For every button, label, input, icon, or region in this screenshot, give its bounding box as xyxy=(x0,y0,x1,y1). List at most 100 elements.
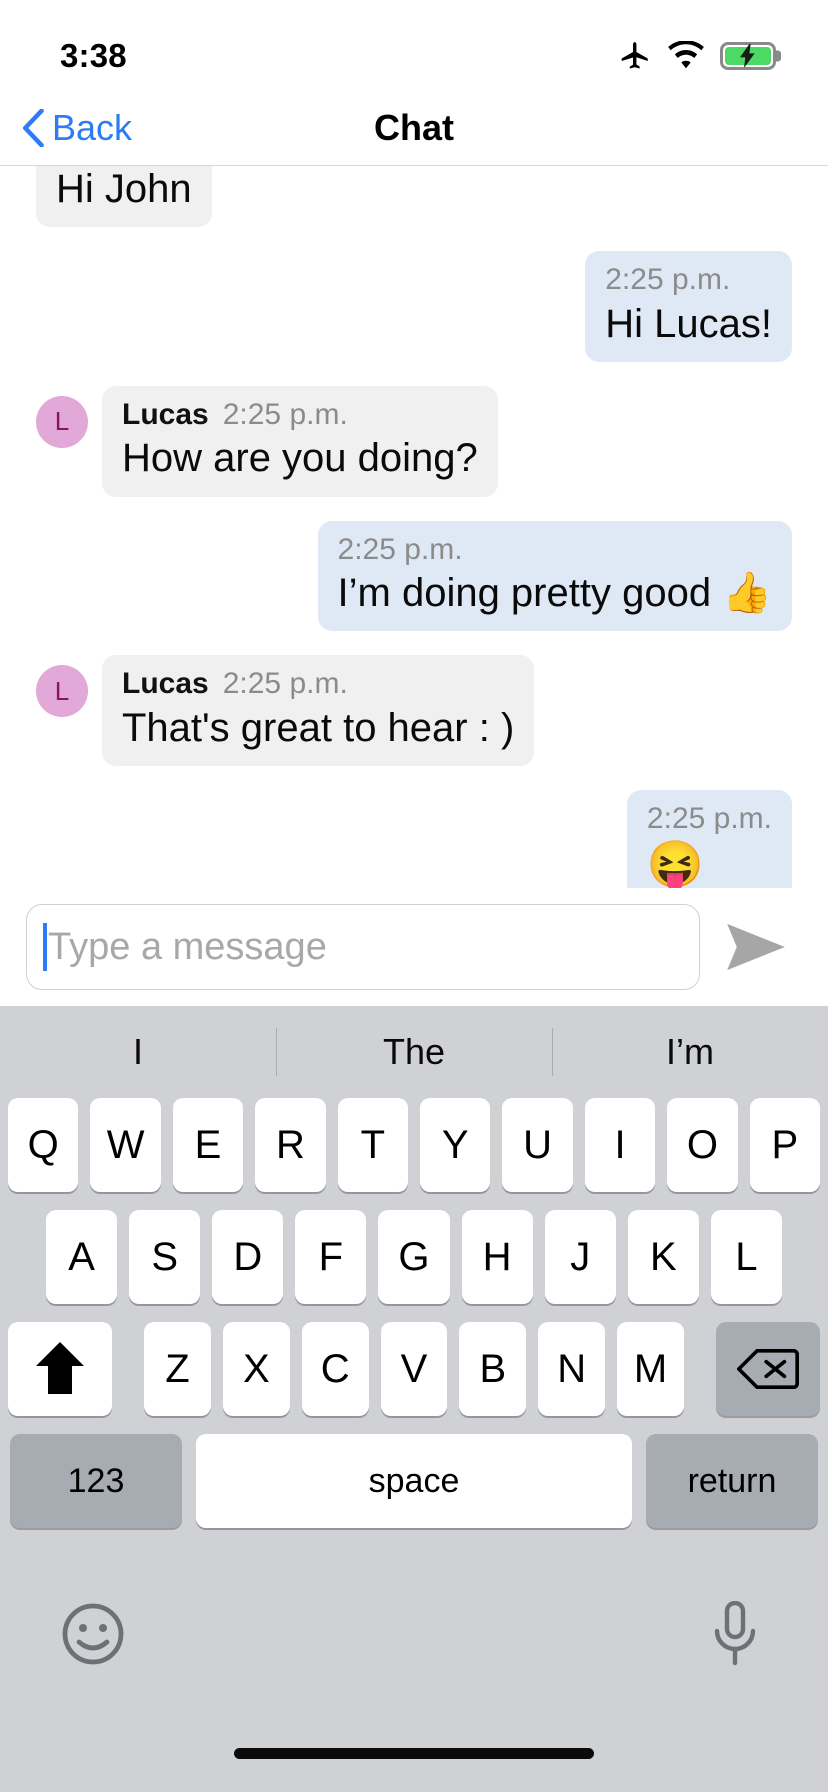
send-button[interactable] xyxy=(708,904,804,990)
space-key[interactable]: space xyxy=(196,1434,632,1528)
numbers-key[interactable]: 123 xyxy=(10,1434,182,1528)
message-meta: Lucas 2:25 p.m. xyxy=(122,396,478,434)
key-t[interactable]: T xyxy=(337,1098,408,1192)
key-x[interactable]: X xyxy=(222,1322,290,1416)
keyboard-row-4: 123 space return xyxy=(0,1434,828,1528)
key-l[interactable]: L xyxy=(710,1210,782,1304)
message-input-field[interactable]: Type a message xyxy=(26,904,700,990)
keyboard-row-1: Q W E R T Y U I O P xyxy=(0,1098,828,1192)
keyboard-row-3: Z X C V B N M xyxy=(0,1322,828,1416)
charging-bolt-icon xyxy=(740,44,755,68)
message-bubble-outgoing[interactable]: 2:25 p.m. 😝 xyxy=(626,789,792,888)
status-bar: 3:38 xyxy=(0,0,828,90)
message-timestamp: 2:25 p.m. xyxy=(605,263,731,297)
message-timestamp: 2:25 p.m. xyxy=(337,532,463,566)
message-text: How are you doing? xyxy=(122,436,478,481)
message-timestamp: 2:25 p.m. xyxy=(222,667,348,701)
message-timestamp: 2:25 p.m. xyxy=(222,397,348,431)
key-r[interactable]: R xyxy=(255,1098,326,1192)
navigation-bar: Back Chat xyxy=(0,90,828,166)
avatar[interactable]: L xyxy=(36,665,88,718)
message-composer: Type a message xyxy=(0,888,828,1006)
return-key[interactable]: return xyxy=(646,1434,818,1528)
message-bubble-outgoing[interactable]: 2:25 p.m. Hi Lucas! xyxy=(585,251,792,362)
message-text: Hi John xyxy=(56,167,192,211)
message-row: 2:25 p.m. I’m doing pretty good 👍 xyxy=(36,520,792,632)
key-e[interactable]: E xyxy=(172,1098,244,1192)
emoji-face-icon xyxy=(62,1603,124,1665)
key-j[interactable]: J xyxy=(544,1210,616,1304)
message-text: 😝 xyxy=(646,838,705,888)
backspace-key[interactable] xyxy=(716,1322,821,1416)
message-row: L Lucas 2:25 p.m. That's great to hear : … xyxy=(36,655,792,766)
key-b[interactable]: B xyxy=(459,1322,527,1416)
shift-key[interactable] xyxy=(8,1322,112,1416)
text-cursor xyxy=(43,923,47,971)
message-meta: 2:25 p.m. xyxy=(647,800,772,838)
suggestion-item[interactable]: The xyxy=(276,1031,552,1073)
key-n[interactable]: N xyxy=(538,1322,606,1416)
phone-screen: 3:38 Back Chat Hi John 2:25 p.m. Hi Luca… xyxy=(0,0,828,1792)
key-o[interactable]: O xyxy=(667,1098,738,1192)
message-meta: 2:25 p.m. xyxy=(338,531,772,569)
microphone-icon xyxy=(714,1601,756,1666)
message-bubble-incoming[interactable]: Hi John xyxy=(36,166,212,228)
key-g[interactable]: G xyxy=(378,1210,450,1304)
message-row: 2:25 p.m. Hi Lucas! xyxy=(36,251,792,362)
key-q[interactable]: Q xyxy=(7,1098,79,1192)
key-a[interactable]: A xyxy=(46,1210,118,1304)
key-i[interactable]: I xyxy=(584,1098,656,1192)
suggestion-item[interactable]: I’m xyxy=(552,1031,828,1073)
message-sender: Lucas xyxy=(122,397,209,431)
battery-charging-icon xyxy=(720,42,781,70)
key-c[interactable]: C xyxy=(301,1322,369,1416)
status-time: 3:38 xyxy=(60,37,127,74)
send-arrow-icon xyxy=(727,923,785,971)
key-k[interactable]: K xyxy=(627,1210,699,1304)
message-input-placeholder: Type a message xyxy=(48,925,327,968)
status-icons xyxy=(618,39,781,73)
key-s[interactable]: S xyxy=(129,1210,201,1304)
wifi-icon xyxy=(668,41,704,69)
airplane-mode-icon xyxy=(621,42,648,69)
message-bubble-incoming[interactable]: Lucas 2:25 p.m. That's great to hear : ) xyxy=(102,655,535,766)
home-indicator-area xyxy=(0,1740,828,1792)
dictation-key[interactable] xyxy=(698,1597,772,1671)
key-v[interactable]: V xyxy=(380,1322,448,1416)
key-y[interactable]: Y xyxy=(420,1098,491,1192)
key-u[interactable]: U xyxy=(502,1098,573,1192)
on-screen-keyboard: I The I’m Q W E R T Y U I O P A S D F G … xyxy=(0,1006,828,1740)
avatar[interactable]: L xyxy=(36,395,88,448)
key-m[interactable]: M xyxy=(617,1322,685,1416)
suggestion-item[interactable]: I xyxy=(0,1031,276,1073)
message-text: Hi Lucas! xyxy=(605,301,772,346)
emoji-key[interactable] xyxy=(56,1597,130,1671)
message-bubble-incoming[interactable]: Lucas 2:25 p.m. How are you doing? xyxy=(102,385,498,497)
message-row: L Lucas 2:25 p.m. How are you doing? xyxy=(36,385,792,497)
home-indicator[interactable] xyxy=(234,1748,594,1759)
key-h[interactable]: H xyxy=(461,1210,533,1304)
key-w[interactable]: W xyxy=(90,1098,161,1192)
keyboard-spacer xyxy=(696,1322,704,1416)
message-list[interactable]: Hi John 2:25 p.m. Hi Lucas! L Lucas 2:25 … xyxy=(0,166,828,888)
back-button-label: Back xyxy=(52,106,133,148)
chevron-left-icon xyxy=(22,108,44,147)
message-bubble-outgoing[interactable]: 2:25 p.m. I’m doing pretty good 👍 xyxy=(317,520,792,632)
message-meta: Lucas 2:25 p.m. xyxy=(122,665,514,703)
backspace-icon xyxy=(737,1348,800,1390)
message-row: Hi John xyxy=(36,166,792,228)
keyboard-suggestion-bar: I The I’m xyxy=(0,1006,828,1098)
key-p[interactable]: P xyxy=(749,1098,821,1192)
keyboard-bottom-row xyxy=(0,1528,828,1740)
message-row: 2:25 p.m. 😝 xyxy=(36,789,792,888)
key-d[interactable]: D xyxy=(212,1210,284,1304)
keyboard-spacer xyxy=(124,1322,132,1416)
message-meta: 2:25 p.m. xyxy=(605,261,772,299)
message-sender: Lucas xyxy=(122,667,209,701)
message-text: I’m doing pretty good 👍 xyxy=(337,571,772,616)
keyboard-row-2: A S D F G H J K L xyxy=(0,1210,828,1304)
message-timestamp: 2:25 p.m. xyxy=(646,801,772,835)
key-f[interactable]: F xyxy=(295,1210,367,1304)
back-button[interactable]: Back xyxy=(0,107,132,149)
key-z[interactable]: Z xyxy=(144,1322,211,1416)
